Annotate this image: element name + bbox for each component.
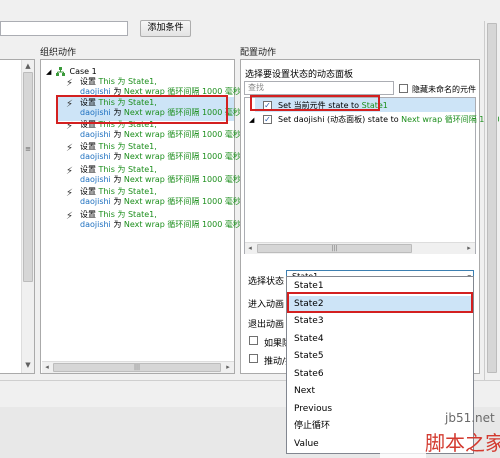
action-rest: Next wrap 循环间隔 1000 毫秒 [123,175,241,184]
hide-unnamed-checkbox[interactable] [399,84,408,93]
add-condition-button[interactable]: 添加条件 [140,20,191,37]
lightning-icon: ⚡ [66,188,74,199]
action-target: daojishi [80,220,111,229]
panel-list: ✓ Set 当前元件 state to State1 ◢ ✓ Set daoji… [244,97,500,254]
watermark-line1: jb51.net [445,411,495,425]
dropdown-option[interactable]: State3 [287,313,473,330]
list-scroll-thumb[interactable]: ||| [257,244,412,253]
action-item[interactable]: ⚡ 设置 This 为 State1, daojishi 为 Next wrap 循… [66,187,241,207]
case-node[interactable]: ◢ Case 1 [46,67,97,77]
action-mid: 为 [110,197,124,206]
action-prefix: 设置 [80,77,96,86]
action-rest: Next wrap 循环间隔 1000 毫秒 [123,152,241,161]
panel-row-daojishi-text[interactable]: Set daojishi (动态面板) state to Next wrap 循… [278,115,500,125]
enter-anim-label: 进入动画 [248,300,285,310]
list-scroll-left-icon[interactable]: ◂ [245,243,255,253]
left-panel-scrollbar[interactable]: ▲ ≡ ▼ [21,60,34,373]
action-target: daojishi [80,175,111,184]
highlight-red-box-left [56,95,228,124]
hide-unnamed-label: 隐藏未命名的元件 [412,85,476,94]
horizontal-scrollbar[interactable]: ◂ ||| ▸ [42,361,234,373]
select-state-label: 选择状态 [248,277,285,287]
expand-triangle-icon[interactable]: ◢ [249,115,254,125]
action-line1: This 为 State1, [96,210,157,219]
org-actions-title: 组织动作 [40,48,77,58]
lightning-icon: ⚡ [66,78,74,89]
action-target: daojishi [80,130,111,139]
action-line1: This 为 State1, [96,142,157,151]
action-target: daojishi [80,152,111,161]
action-mid: 为 [110,130,124,139]
action-prefix: 设置 [80,210,96,219]
dropdown-option[interactable]: Next [287,383,473,400]
case-icon [55,67,65,76]
highlight-red-box-dropdown [287,292,473,313]
dropdown-option[interactable]: State6 [287,366,473,383]
action-item[interactable]: ⚡ 设置 This 为 State1, daojishi 为 Next wrap 循… [66,142,241,162]
action-line1: This 为 State1, [96,77,157,86]
action-mid: 为 [110,220,124,229]
scroll-right-arrow-icon[interactable]: ▸ [223,362,233,372]
config-actions-title: 配置动作 [240,48,277,58]
action-rest: Next wrap 循环间隔 1000 毫秒 [123,197,241,206]
scroll-down-arrow-icon[interactable]: ▼ [22,360,34,370]
action-item[interactable]: ⚡ 设置 This 为 State1, daojishi 为 Next wrap 循… [66,165,241,185]
exit-anim-label: 退出动画 [248,320,285,330]
panel-list-hscroll[interactable]: ◂ ||| ▸ [245,242,475,254]
action-rest: Next wrap 循环间隔 1000 毫秒 [123,220,241,229]
scroll-up-arrow-icon[interactable]: ▲ [22,61,34,71]
action-item[interactable]: ⚡ 设置 This 为 State1, daojishi 为 Next wrap 循… [66,77,241,97]
scroll-thumb[interactable] [23,72,33,282]
h-scroll-thumb[interactable]: ||| [53,363,221,372]
action-prefix: 设置 [80,187,96,196]
action-item[interactable]: ⚡ 设置 This 为 State1, daojishi 为 Next wrap 循… [66,210,241,230]
lightning-icon: ⚡ [66,143,74,154]
panel-row-daojishi-checkbox[interactable]: ✓ [263,115,272,124]
condition-input[interactable] [0,21,128,36]
panel-search-input[interactable]: 查找 [244,81,394,95]
lightning-icon: ⚡ [66,211,74,222]
collapse-triangle-icon[interactable]: ◢ [46,68,51,76]
scroll-left-arrow-icon[interactable]: ◂ [42,362,52,372]
action-target: daojishi [80,197,111,206]
watermark-line2: 脚本之家 [425,431,500,455]
watermark: jb51.net 脚本之家 [380,405,500,458]
action-rest: Next wrap 循环间隔 1000 毫秒 [123,130,241,139]
dropdown-option[interactable]: State5 [287,348,473,365]
case-label: Case 1 [69,67,97,76]
dropdown-option[interactable]: State4 [287,331,473,348]
highlight-red-box-right [250,95,380,111]
list-scroll-right-icon[interactable]: ▸ [464,243,474,253]
grip-icon: ≡ [25,145,31,153]
left-panel: ▲ ≡ ▼ [0,59,35,374]
action-line1: This 为 State1, [96,187,157,196]
right-scroll-thumb[interactable] [487,23,497,373]
action-prefix: 设置 [80,165,96,174]
action-prefix: 设置 [80,142,96,151]
select-panel-label: 选择要设置状态的动态面板 [245,70,354,80]
action-line1: This 为 State1, [96,165,157,174]
push-pull-checkbox[interactable] [249,354,258,363]
lightning-icon: ⚡ [66,166,74,177]
if-hidden-checkbox[interactable] [249,336,258,345]
action-mid: 为 [110,152,124,161]
action-mid: 为 [110,175,124,184]
right-edge-scrollbar[interactable] [484,21,498,381]
